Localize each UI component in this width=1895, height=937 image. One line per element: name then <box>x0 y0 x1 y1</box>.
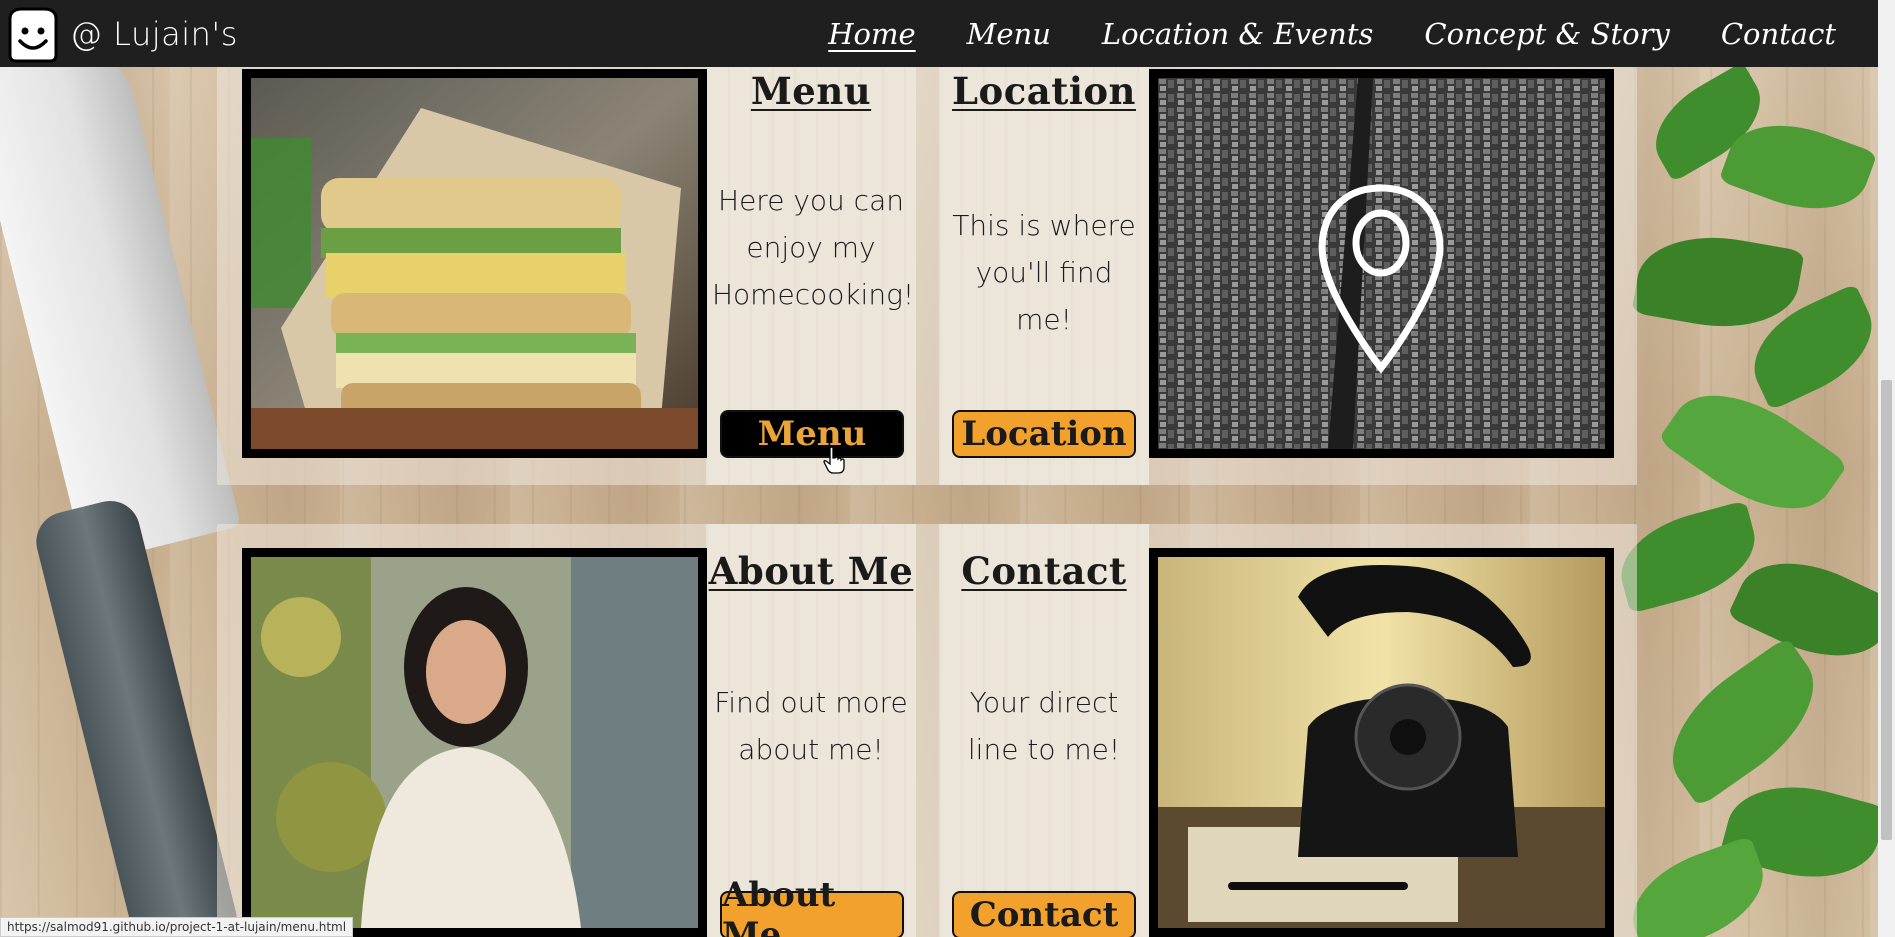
herbs-decoration <box>1608 67 1878 937</box>
menu-card-text: Here you can enjoy my Homecooking! <box>712 184 915 311</box>
nav-links: Home Menu Location & Events Concept & St… <box>777 0 1878 67</box>
knife-blade-decoration <box>0 21 242 565</box>
top-navbar: @ Lujain's Home Menu Location & Events C… <box>0 0 1878 67</box>
portrait-photo[interactable] <box>242 548 707 937</box>
smiley-logo-icon <box>8 7 58 62</box>
rotary-telephone-photo[interactable] <box>1149 548 1614 937</box>
knife-handle-decoration <box>30 494 244 937</box>
contact-button[interactable]: Contact <box>952 891 1136 937</box>
telephone-image <box>1158 557 1605 928</box>
nav-link-contact[interactable]: Contact <box>1721 17 1836 51</box>
city-map-pin-photo[interactable] <box>1149 69 1614 458</box>
brand-name: @ Lujain's <box>70 14 238 53</box>
contact-card: Contact Your direct line to me! Contact <box>939 524 1149 937</box>
nav-link-location-events[interactable]: Location & Events <box>1102 17 1374 51</box>
pointer-hand-cursor-icon <box>823 446 845 474</box>
about-card: About Me Find out more about me! About M… <box>706 524 916 937</box>
scrollbar-thumb[interactable] <box>1881 380 1892 840</box>
contact-card-title: Contact <box>961 549 1127 593</box>
about-me-button[interactable]: About Me <box>720 875 904 937</box>
nav-link-concept-story[interactable]: Concept & Story <box>1424 17 1669 51</box>
location-button[interactable]: Location <box>952 410 1136 458</box>
about-card-text: Find out more about me! <box>714 686 908 766</box>
menu-card-title: Menu <box>750 69 872 113</box>
nav-link-home[interactable]: Home <box>828 17 915 51</box>
portrait-image <box>251 557 698 928</box>
city-map-image <box>1158 78 1605 449</box>
brand[interactable]: @ Lujain's <box>0 0 238 67</box>
nav-link-menu[interactable]: Menu <box>967 17 1051 51</box>
status-url-bar: https://salmod91.github.io/project-1-at-… <box>0 917 354 937</box>
location-card-title: Location <box>952 69 1136 113</box>
sandwich-photo[interactable] <box>242 69 707 458</box>
menu-card: Menu Here you can enjoy my Homecooking! … <box>706 67 916 485</box>
sandwich-image <box>251 78 698 449</box>
menu-button[interactable]: Menu <box>720 410 904 458</box>
location-card-text: This is where you'll find me! <box>952 209 1136 336</box>
contact-card-text: Your direct line to me! <box>967 686 1121 766</box>
about-card-title: About Me <box>708 549 914 593</box>
location-card: Location This is where you'll find me! L… <box>939 67 1149 485</box>
page-scrollbar[interactable] <box>1878 0 1895 937</box>
